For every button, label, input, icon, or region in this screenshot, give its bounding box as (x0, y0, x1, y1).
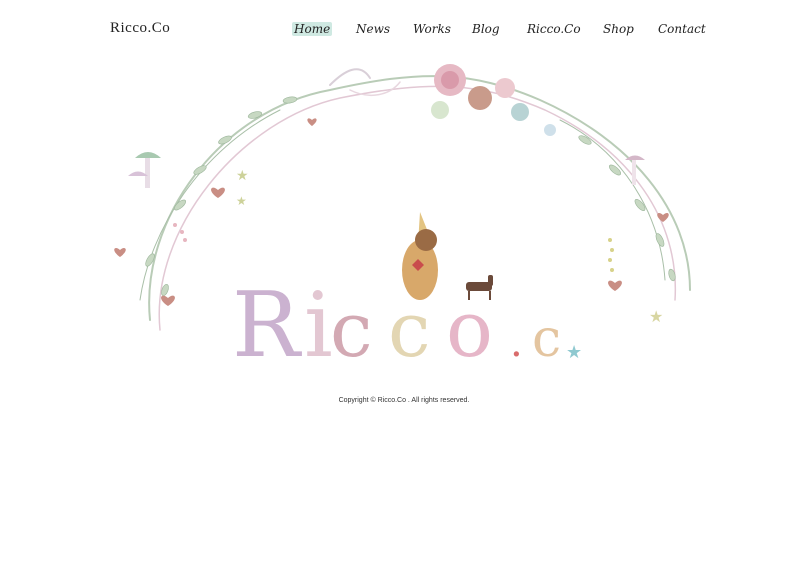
hero-letter-r: R (232, 273, 302, 378)
mushrooms (128, 152, 645, 188)
svg-text:★: ★ (566, 342, 582, 363)
bear-figure (402, 212, 438, 300)
copyright-text: Copyright © Ricco.Co . All rights reserv… (338, 397, 470, 404)
hero-letter-dot: . (510, 320, 523, 366)
hero-illustration: ★ ★ ★ ★ R i c c o . c (114, 64, 691, 378)
svg-text:★: ★ (236, 194, 247, 208)
hero-letters: R i c c o . c (232, 273, 561, 378)
svg-text:★: ★ (236, 168, 249, 184)
hero-letter-c3: c (532, 309, 561, 369)
hero-letter-c1: c (330, 285, 373, 374)
hero-letter-i: i (304, 273, 333, 378)
yellow-dots (608, 238, 614, 272)
hearts (114, 118, 669, 306)
svg-text:★: ★ (649, 307, 663, 326)
roses (431, 64, 556, 136)
